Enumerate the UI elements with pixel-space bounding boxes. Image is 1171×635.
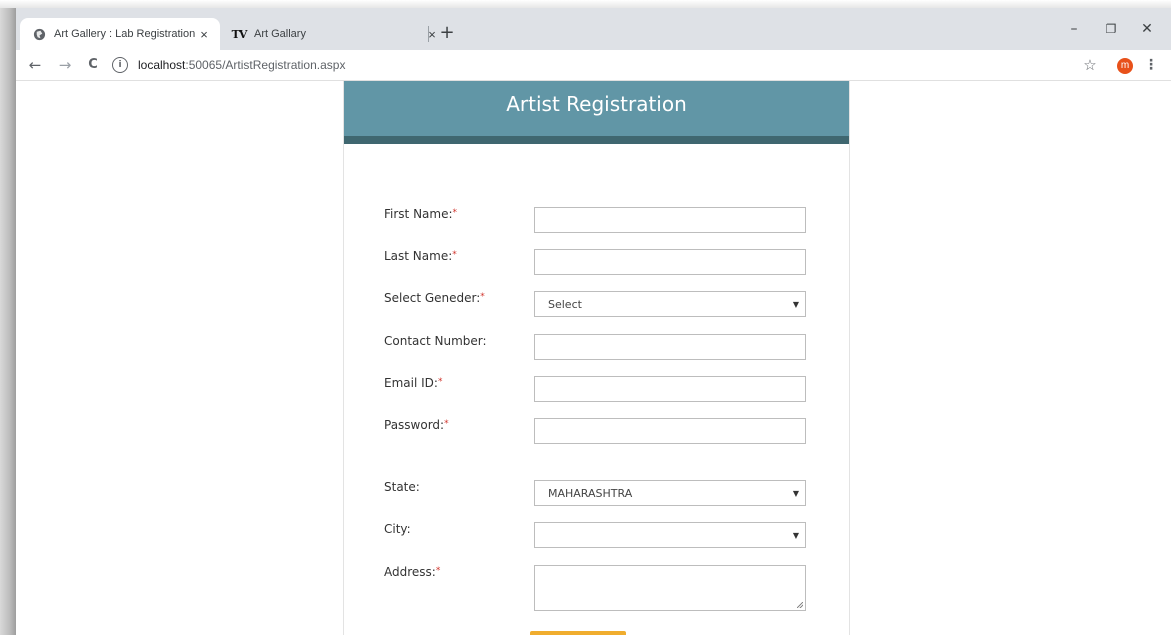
chevron-down-icon: ▼ [792,489,799,498]
window-shadow-left [0,0,16,635]
state-select[interactable]: MAHARASHTRA ▼ [534,480,806,506]
address-label: Address:* [384,565,441,579]
first-name-label: First Name:* [384,207,458,221]
back-button[interactable]: ← [24,54,46,76]
address-textarea[interactable] [534,565,806,611]
profile-avatar[interactable]: m [1117,58,1133,74]
address-bar[interactable]: i localhost:50065/ArtistRegistration.asp… [112,54,1072,76]
tab-art-gallary[interactable]: TV Art Gallary × [220,18,448,50]
gender-selected-value: Select [548,298,582,311]
url-path: :50065/ArtistRegistration.aspx [185,58,346,72]
bookmark-star-icon[interactable]: ☆ [1080,54,1100,76]
contact-label: Contact Number: [384,334,487,348]
gender-label: Select Geneder:* [384,291,485,305]
required-marker: * [444,419,449,429]
email-label: Email ID:* [384,376,443,390]
info-icon[interactable]: i [112,57,128,73]
required-marker: * [480,292,485,302]
chevron-down-icon: ▼ [792,300,799,309]
city-label: City: [384,522,411,536]
tab-art-gallery-lab-registration[interactable]: Art Gallery : Lab Registration × [20,18,220,50]
url-text: localhost:50065/ArtistRegistration.aspx [138,58,345,72]
tab-title: Art Gallery : Lab Registration [54,28,196,40]
first-name-input[interactable] [534,207,806,233]
page-viewport: Artist Registration First Name:* Last Na… [16,81,1171,635]
required-marker: * [452,208,458,218]
registration-card: Artist Registration First Name:* Last Na… [343,81,850,635]
resize-handle-icon[interactable] [797,602,803,608]
close-tab-icon[interactable]: × [196,27,212,42]
gender-select[interactable]: Select ▼ [534,291,806,317]
required-marker: * [435,566,441,576]
email-input[interactable] [534,376,806,402]
password-label: Password:* [384,418,449,432]
required-marker: * [452,250,457,260]
minimize-button[interactable]: – [1059,18,1089,40]
last-name-label: Last Name:* [384,249,457,263]
password-input[interactable] [534,418,806,444]
browser-menu-icon[interactable]: ⋮ [1144,54,1158,76]
tab-separator [428,26,429,42]
url-host: localhost [138,58,186,72]
state-label: State: [384,480,420,494]
tab-title: Art Gallary [254,28,306,40]
contact-number-input[interactable] [534,334,806,360]
tab-strip: Art Gallery : Lab Registration × TV Art … [16,8,1171,50]
city-select[interactable]: ▼ [534,522,806,548]
header-accent-bar [344,136,849,144]
close-window-button[interactable]: ✕ [1132,18,1162,40]
chevron-down-icon: ▼ [792,531,799,540]
required-marker: * [437,377,443,387]
globe-icon [32,27,46,41]
register-button[interactable] [530,631,626,635]
page-title: Artist Registration [344,81,849,136]
reload-button[interactable]: C [82,54,104,76]
new-tab-button[interactable]: + [436,22,458,44]
restore-button[interactable]: ❐ [1096,18,1126,40]
browser-window: Art Gallery : Lab Registration × TV Art … [16,8,1171,635]
browser-toolbar: ← → C i localhost:50065/ArtistRegistrati… [16,50,1171,81]
forward-button[interactable]: → [54,54,76,76]
last-name-input[interactable] [534,249,806,275]
tv-logo-icon: TV [231,27,248,41]
state-selected-value: MAHARASHTRA [548,487,633,500]
window-shadow-top [0,0,1171,8]
